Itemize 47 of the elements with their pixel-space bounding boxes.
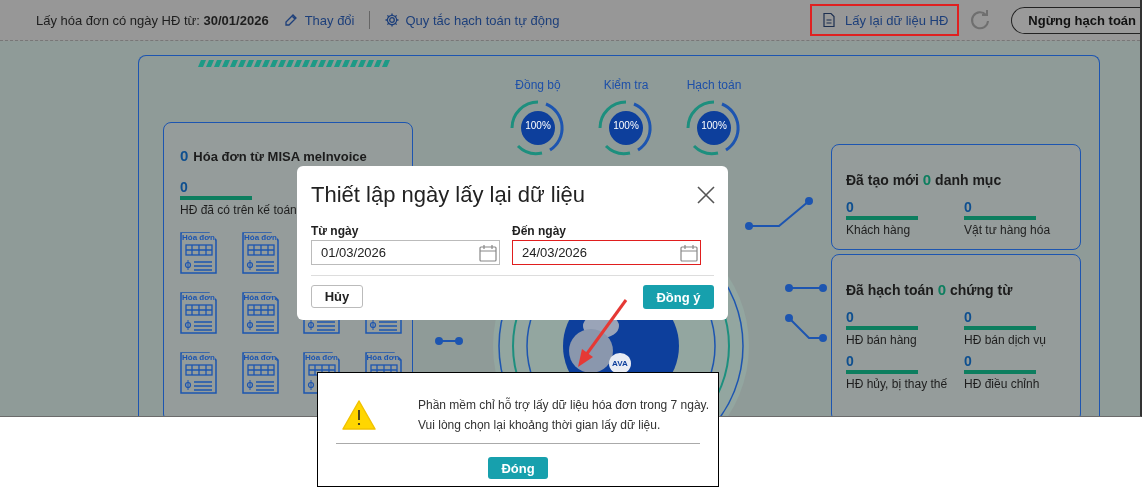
dialog-title: Thiết lập ngày lấy lại dữ liệu [311,182,585,208]
ok-button[interactable]: Đồng ý [643,285,714,309]
invoice-icon-label: Hóa đơn [182,353,215,362]
progress-label: Hạch toán [686,78,742,92]
invoice-icon-label: Hóa đơn [366,353,400,362]
stat-label: HĐ hủy, bị thay thế [846,377,949,391]
warning-message: Vui lòng chọn lại khoảng thời gian lấy dữ liệu. [418,418,662,432]
stat-value: 0 [964,310,973,325]
warning-message: Phần mềm chỉ hỗ trợ lấy dữ liệu hóa đơn trong 7 ngày. [418,398,710,412]
stat-label: Vật tư hàng hóa [964,223,1052,237]
invoice-icon-label: Hóa đơn [243,353,277,362]
stop-accounting-button[interactable]: Ngừng hạch toán [1011,6,1140,34]
invoice-icon-label: Hóa đơn [244,233,277,242]
stat-label: HĐ đã có trên kế toán [180,203,298,217]
date-field[interactable]: 01/03/2026 [311,240,500,265]
date-filter-label: Lấy hóa đơn có ngày HĐ từ: 30/01/2026 [36,12,269,28]
card-title: Đã tạo mới 0 danh mục [846,171,1003,188]
reload-data-button[interactable]: Lấy lại dữ liệu HĐ [810,4,960,36]
stat-value: 0 [846,310,855,325]
stat-label: Khách hàng [846,223,912,237]
stat-value: 0 [846,200,855,215]
card-title: Hóa đơn từ MISA meInvoice [193,149,367,164]
stat-label: HĐ bán hàng [846,333,918,347]
stat-value: 0 [964,354,973,369]
progress-label: Kiểm tra [603,78,649,92]
invoice-count: 0 [180,147,189,164]
invoice-icon-label: Hóa đơn [182,233,215,242]
stat-label: HĐ điều chỉnh [964,377,1041,391]
close-popup-button[interactable]: Đóng [488,457,548,479]
invoice-icon-label: Hóa đơn [243,293,277,302]
field-label: Từ ngày [311,224,360,238]
progress-label: Đồng bộ [515,78,561,92]
invoice-icon-label: Hóa đơn [182,293,215,302]
change-link[interactable]: Thay đổi [282,12,355,28]
cancel-button[interactable]: Hủy [311,285,363,308]
progress-value: 100% [612,120,640,131]
date-field[interactable]: 24/03/2026 [512,240,701,265]
stat-label: HĐ bán dịch vụ [964,333,1048,347]
stat-value: 0 [964,200,973,215]
field-label: Đến ngày [512,224,567,238]
invoice-icon-label: Hóa đơn [305,353,338,362]
rules-link[interactable]: Quy tắc hạch toán tự động [383,12,560,28]
progress-value: 100% [700,120,728,131]
card-title: Đã hạch toán 0 chứng từ [846,281,1014,298]
stat-value: 0 [180,180,189,195]
stat-value: 0 [846,354,855,369]
progress-value: 100% [524,120,552,131]
